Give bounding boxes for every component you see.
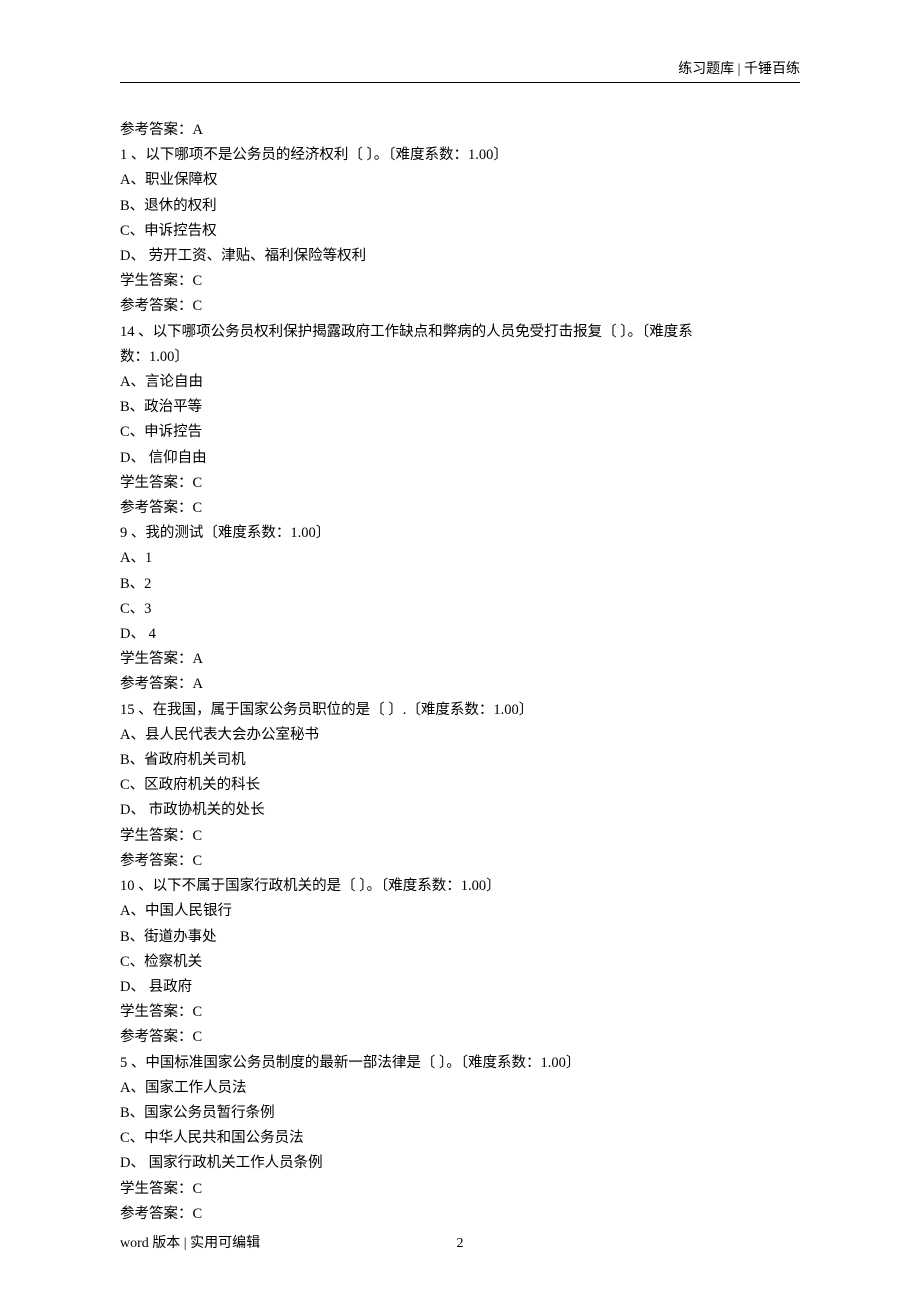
text-line: 学生答案：C [120,471,800,496]
text-line: B、省政府机关司机 [120,748,800,773]
text-line: D、 县政府 [120,975,800,1000]
text-line: B、2 [120,572,800,597]
text-line: A、1 [120,546,800,571]
text-line: C、申诉控告 [120,420,800,445]
text-line: C、区政府机关的科长 [120,773,800,798]
text-line: 参考答案：C [120,294,800,319]
text-line: A、县人民代表大会办公室秘书 [120,723,800,748]
text-line: 14 、以下哪项公务员权利保护揭露政府工作缺点和弊病的人员免受打击报复〔 〕。〔… [120,320,800,345]
text-line: B、退休的权利 [120,194,800,219]
text-line: 9 、我的测试〔难度系数：1.00〕 [120,521,800,546]
text-line: C、申诉控告权 [120,219,800,244]
text-line: 参考答案：C [120,1202,800,1227]
text-line: 学生答案：C [120,824,800,849]
text-line: 5 、中国标准国家公务员制度的最新一部法律是〔 〕。〔难度系数：1.00〕 [120,1051,800,1076]
text-line: C、检察机关 [120,950,800,975]
text-line: 学生答案：C [120,1177,800,1202]
text-line: 参考答案：C [120,496,800,521]
document-content: 参考答案：A 1 、以下哪项不是公务员的经济权利〔 〕。〔难度系数：1.00〕 … [120,118,800,1227]
text-line: 参考答案：A [120,672,800,697]
text-line: D、 市政协机关的处长 [120,798,800,823]
text-line: 15 、在我国，属于国家公务员职位的是〔 〕.〔难度系数：1.00〕 [120,698,800,723]
text-line: 10 、以下不属于国家行政机关的是〔 〕。〔难度系数：1.00〕 [120,874,800,899]
text-line: 1 、以下哪项不是公务员的经济权利〔 〕。〔难度系数：1.00〕 [120,143,800,168]
text-line: A、职业保障权 [120,168,800,193]
header-right-text: 练习题库 | 千锤百练 [678,58,800,78]
text-line: D、 4 [120,622,800,647]
text-line: B、政治平等 [120,395,800,420]
footer-page-number: 2 [457,1236,464,1252]
footer-left-text: word 版本 | 实用可编辑 [120,1232,260,1252]
text-line: A、言论自由 [120,370,800,395]
text-line: D、 信仰自由 [120,446,800,471]
page-container: 练习题库 | 千锤百练 参考答案：A 1 、以下哪项不是公务员的经济权利〔 〕。… [0,0,920,1302]
text-line: D、 劳开工资、津贴、福利保险等权利 [120,244,800,269]
text-line: 学生答案：C [120,269,800,294]
text-line: B、街道办事处 [120,925,800,950]
text-line: 学生答案：C [120,1000,800,1025]
text-line: C、中华人民共和国公务员法 [120,1126,800,1151]
text-line: D、 国家行政机关工作人员条例 [120,1151,800,1176]
text-line: C、3 [120,597,800,622]
text-line: A、国家工作人员法 [120,1076,800,1101]
text-line: 参考答案：A [120,118,800,143]
text-line: 数：1.00〕 [120,345,800,370]
text-line: B、国家公务员暂行条例 [120,1101,800,1126]
text-line: 参考答案：C [120,1025,800,1050]
text-line: A、中国人民银行 [120,899,800,924]
header-divider [120,82,800,83]
text-line: 参考答案：C [120,849,800,874]
text-line: 学生答案：A [120,647,800,672]
